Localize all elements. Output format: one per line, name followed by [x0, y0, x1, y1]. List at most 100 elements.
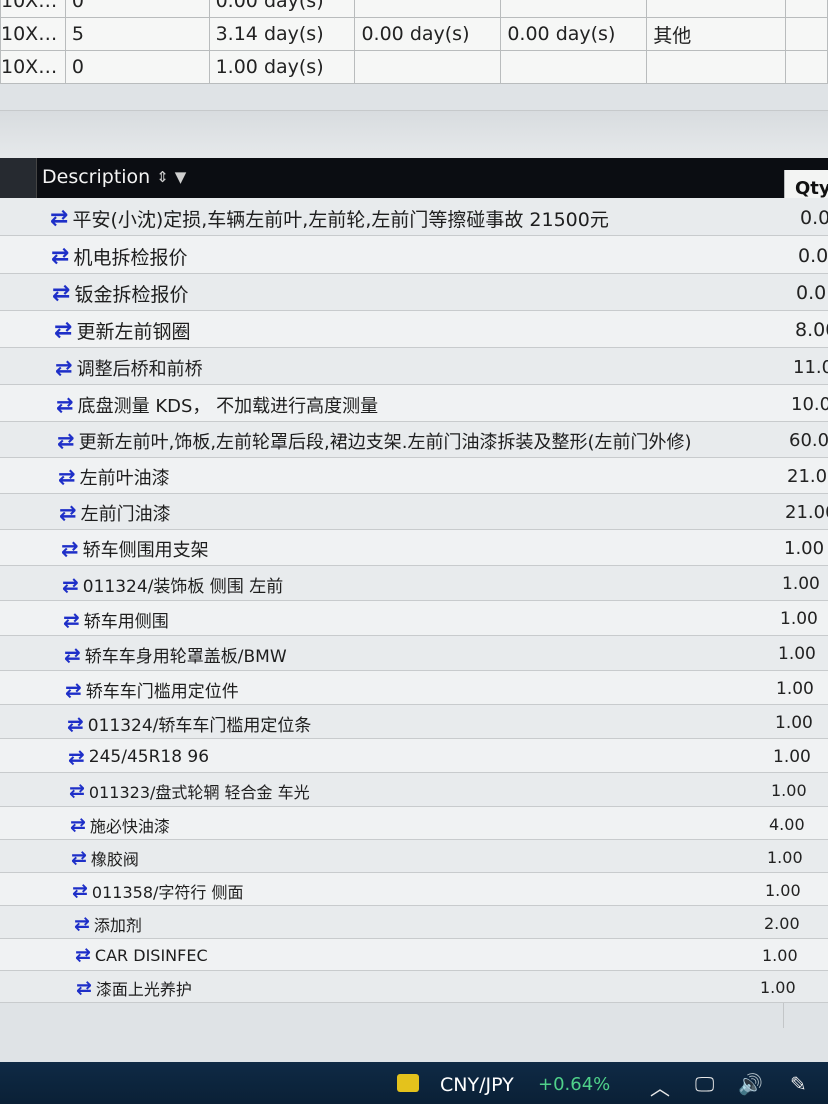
table-row[interactable]: ⇄ 橡胶阀 1.00: [0, 840, 828, 873]
table-row[interactable]: ⇄ 底盘测量 KDS， 不加载进行高度测量 10.0: [0, 385, 828, 422]
row-qty: 1.00: [762, 946, 798, 965]
swap-icon[interactable]: ⇄: [57, 429, 75, 453]
table-row[interactable]: ⇄ 轿车用侧围 1.00: [0, 601, 828, 636]
table-row[interactable]: ⇄ 轿车侧围用支架 1.00: [0, 530, 828, 566]
row-description-text: 更新左前钢圈: [76, 321, 191, 343]
taskbar: CNY/JPY +0.64% ︿ 🖵 🔊 ✎: [0, 1062, 828, 1104]
table-row[interactable]: ⇄ 调整后桥和前桥 11.0: [0, 348, 828, 385]
swap-icon[interactable]: ⇄: [52, 281, 70, 306]
table-row[interactable]: ⇄ 施必快油漆 4.00: [0, 807, 828, 840]
top-cell-empty: [785, 0, 828, 18]
swap-icon[interactable]: ⇄: [69, 780, 85, 802]
top-table-row[interactable]: 10X… 5 3.14 day(s) 0.00 day(s) 0.00 day(s) 其他: [0, 17, 828, 51]
filter-icon[interactable]: ▼: [175, 168, 187, 186]
swap-icon[interactable]: ⇄: [67, 712, 84, 736]
swap-icon[interactable]: ⇄: [76, 977, 92, 999]
swap-icon[interactable]: ⇄: [74, 913, 90, 935]
row-qty: 11.0: [793, 357, 828, 378]
swap-icon[interactable]: ⇄: [50, 206, 68, 231]
table-row[interactable]: ⇄ 011324/轿车车门槛用定位条 1.00: [0, 705, 828, 739]
table-row[interactable]: ⇄ 更新左前叶,饰板,左前轮罩后段,裙边支架.左前门油漆拆装及整形(左前门外修) 6…: [0, 422, 828, 458]
swap-icon[interactable]: ⇄: [56, 393, 74, 417]
top-table-row[interactable]: 10X… 0 1.00 day(s): [0, 50, 828, 84]
row-qty: 1.00: [760, 978, 796, 997]
top-cell-empty: [785, 17, 828, 51]
table-row[interactable]: ⇄ 011324/装饰板 侧围 左前 1.00: [0, 566, 828, 601]
table-row[interactable]: ⇄左前门油漆 21.00: [0, 494, 828, 530]
row-description: ⇄ 011324/轿车车门槛用定位条: [67, 711, 311, 737]
swap-icon[interactable]: ⇄: [68, 745, 85, 769]
coin-icon[interactable]: [397, 1074, 419, 1092]
row-description: ⇄ 调整后桥和前桥: [55, 355, 203, 381]
swap-icon[interactable]: ⇄: [70, 814, 86, 836]
swap-icon[interactable]: ⇄: [72, 880, 88, 902]
table-row[interactable]: ⇄ 245/45R18 96 1.00: [0, 739, 828, 773]
table-row[interactable]: ⇄ 添加剂 2.00: [0, 906, 828, 939]
row-description-text: 轿车车身用轮罩盖板/BMW: [84, 647, 287, 667]
swap-icon[interactable]: ⇄: [63, 608, 80, 632]
top-cell-id: 10X…: [0, 17, 66, 51]
row-description: ⇄ 钣金拆检报价: [52, 280, 188, 307]
swap-icon[interactable]: ⇄: [59, 501, 77, 525]
top-cell-d2: 0.00 day(s): [354, 17, 502, 51]
swap-icon[interactable]: ⇄: [65, 678, 82, 702]
top-cell-d3: [500, 50, 648, 84]
row-description-text: 漆面上光养护: [95, 980, 192, 999]
swap-icon[interactable]: ⇄: [55, 356, 73, 380]
table-row[interactable]: ⇄ 漆面上光养护 1.00: [0, 971, 828, 1003]
description-header-label: Description: [42, 166, 151, 188]
currency-ticker[interactable]: CNY/JPY: [440, 1074, 514, 1096]
row-description: ⇄ 轿车车门槛用定位件: [65, 677, 239, 703]
row-description: ⇄ 底盘测量 KDS， 不加载进行高度测量: [56, 392, 378, 418]
row-description-text: 245/45R18 96: [88, 747, 210, 767]
top-table: 10X… 0 0.00 day(s) 10X… 5 3.14 day(s) 0.00 day…: [0, 0, 828, 84]
pen-icon[interactable]: ✎: [790, 1072, 807, 1096]
row-header-gutter: [0, 158, 37, 198]
table-row[interactable]: ⇄ 011323/盘式轮辋 轻合金 车光 1.00: [0, 773, 828, 807]
description-column-header[interactable]: Description ⇕ ▼: [42, 166, 186, 188]
swap-icon[interactable]: ⇄: [61, 537, 79, 561]
row-qty: 1.00: [771, 781, 807, 800]
row-description-text: 钣金拆检报价: [74, 284, 189, 306]
swap-icon[interactable]: ⇄: [54, 318, 72, 343]
table-row[interactable]: ⇄左前叶油漆 21.00: [0, 458, 828, 494]
top-table-row[interactable]: 10X… 0 0.00 day(s): [0, 0, 828, 18]
volume-icon[interactable]: 🔊: [738, 1072, 763, 1096]
currency-change: +0.64%: [538, 1074, 611, 1095]
row-description: ⇄ 添加剂: [74, 912, 142, 936]
table-row[interactable]: ⇄ 轿车车身用轮罩盖板/BMW 1.00: [0, 636, 828, 671]
row-qty: 1.00: [778, 644, 816, 664]
row-description: ⇄ 011324/装饰板 侧围 左前: [62, 572, 283, 598]
chevron-up-icon[interactable]: ︿: [650, 1072, 670, 1101]
row-qty: 0.0: [796, 282, 827, 304]
table-row[interactable]: ⇄ 平安(小沈)定损,车辆左前叶,左前轮,左前门等擦碰事故 21500元 0.0: [0, 198, 828, 236]
swap-icon[interactable]: ⇄: [51, 244, 69, 269]
row-description: ⇄ 施必快油漆: [70, 813, 170, 837]
swap-icon[interactable]: ⇄: [64, 643, 81, 667]
table-row[interactable]: ⇄更新左前钢圈 8.00: [0, 311, 828, 348]
network-icon[interactable]: 🖵: [695, 1072, 714, 1096]
row-qty: 10.0: [791, 394, 828, 415]
row-description-text: 机电拆检报价: [73, 247, 188, 269]
table-row[interactable]: ⇄ CAR DISINFEC 1.00: [0, 939, 828, 971]
row-qty: 60.0: [789, 430, 828, 451]
table-row[interactable]: ⇄ 011358/字符行 侧面 1.00: [0, 873, 828, 906]
swap-icon[interactable]: ⇄: [62, 573, 79, 597]
top-cell-type: 其他: [646, 17, 787, 51]
table-row[interactable]: ⇄ 轿车车门槛用定位件 1.00: [0, 671, 828, 705]
row-qty: 4.00: [769, 815, 805, 834]
row-qty: 1.00: [782, 574, 820, 594]
top-cell-d2: [354, 50, 502, 84]
swap-icon[interactable]: ⇄: [58, 465, 76, 489]
table-row[interactable]: ⇄ 钣金拆检报价 0.0: [0, 274, 828, 311]
swap-icon[interactable]: ⇄: [71, 847, 87, 869]
row-description-text: 底盘测量 KDS， 不加载进行高度测量: [77, 396, 379, 417]
row-qty: 1.00: [780, 609, 818, 629]
sort-icon[interactable]: ⇕: [156, 168, 169, 186]
row-description-text: 轿车用侧围: [83, 612, 169, 632]
top-cell-qty: 5: [64, 17, 210, 51]
table-row[interactable]: ⇄ 机电拆检报价 0.0: [0, 236, 828, 274]
row-description: ⇄ 011358/字符行 侧面: [72, 879, 243, 903]
row-qty: 1.00: [765, 881, 801, 900]
swap-icon[interactable]: ⇄: [75, 944, 91, 966]
